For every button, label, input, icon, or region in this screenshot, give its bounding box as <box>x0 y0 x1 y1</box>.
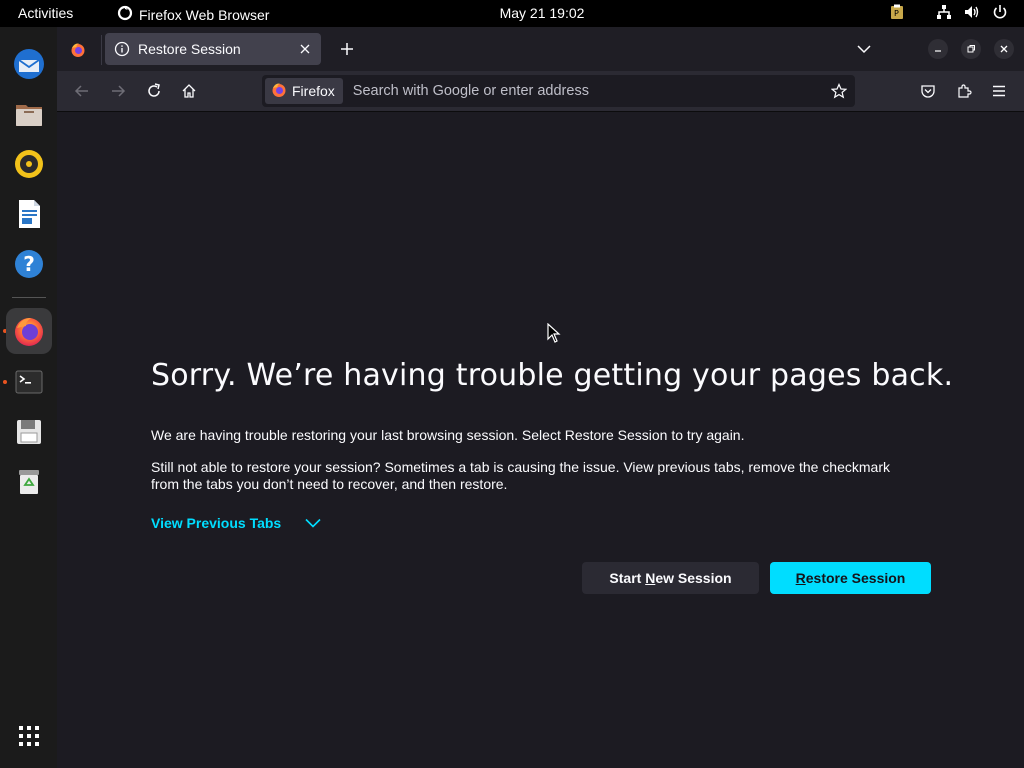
libreoffice-writer-icon[interactable] <box>6 191 52 237</box>
chevron-down-icon <box>305 515 321 531</box>
home-icon <box>182 84 196 98</box>
system-tray[interactable]: P <box>890 4 1008 20</box>
button-label-part: estore Session <box>805 570 906 586</box>
power-icon[interactable] <box>992 4 1008 20</box>
pocket-icon <box>921 85 935 98</box>
clipboard-icon[interactable]: P <box>890 4 904 20</box>
start-new-session-button[interactable]: Start New Session <box>582 562 759 594</box>
maximize-button[interactable] <box>961 39 981 59</box>
restore-icon <box>967 45 975 53</box>
tab-restore-session[interactable]: Restore Session <box>105 33 321 65</box>
page-content: Sorry. We’re having trouble getting your… <box>57 112 1024 768</box>
reload-button[interactable] <box>142 79 166 103</box>
puzzle-icon <box>958 84 972 98</box>
files-icon[interactable] <box>6 91 52 137</box>
pocket-button[interactable] <box>916 79 940 103</box>
plus-icon <box>341 43 353 55</box>
hamburger-icon <box>993 85 1005 97</box>
svg-text:?: ? <box>23 252 35 276</box>
restore-hint: Still not able to restore your session? … <box>151 459 890 492</box>
dock: ? <box>0 27 57 768</box>
forward-arrow-icon <box>112 85 126 97</box>
close-icon <box>1000 45 1008 53</box>
bookmark-star-icon[interactable] <box>825 77 853 105</box>
minimize-button[interactable] <box>928 39 948 59</box>
address-input[interactable] <box>350 82 825 100</box>
firefox-logo-icon <box>271 82 287 101</box>
dock-separator <box>12 297 46 298</box>
terminal-icon[interactable] <box>6 359 52 405</box>
chevron-down-icon <box>857 45 871 54</box>
navigation-toolbar: Firefox <box>57 71 1024 112</box>
app-grid-icon[interactable] <box>6 713 52 759</box>
gnome-top-bar: Activities Firefox Web Browser May 21 19… <box>0 0 1024 27</box>
info-icon <box>114 41 130 57</box>
app-menu-button[interactable] <box>987 79 1011 103</box>
network-icon[interactable] <box>936 4 952 20</box>
minimize-icon <box>935 50 941 52</box>
button-label-part: ew Session <box>655 570 732 586</box>
url-bar[interactable]: Firefox <box>262 75 855 107</box>
trash-icon[interactable] <box>6 459 52 505</box>
extensions-button[interactable] <box>952 79 976 103</box>
firefox-view-button[interactable] <box>65 37 91 63</box>
back-button[interactable] <box>70 79 94 103</box>
firefox-window: Restore Session Firefox Search with Goog… <box>57 27 1024 768</box>
help-icon[interactable]: ? <box>6 241 52 287</box>
back-arrow-icon <box>74 85 88 97</box>
tab-bar: Restore Session <box>57 27 1024 71</box>
page-title: Sorry. We’re having trouble getting your… <box>151 358 954 393</box>
tab-separator <box>101 35 102 65</box>
accesskey: R <box>795 570 806 586</box>
forward-button[interactable] <box>106 79 130 103</box>
clock[interactable]: May 21 19:02 <box>0 5 1024 21</box>
mouse-cursor-icon <box>547 322 561 348</box>
new-tab-button[interactable] <box>335 37 359 61</box>
close-window-button[interactable] <box>994 39 1014 59</box>
save-icon[interactable] <box>6 409 52 455</box>
tab-title: Restore Session <box>138 41 241 57</box>
thunderbird-icon[interactable] <box>6 41 52 87</box>
reload-icon <box>148 83 160 97</box>
svg-text:P: P <box>894 9 899 18</box>
volume-icon[interactable] <box>964 4 980 20</box>
view-previous-tabs-label: View Previous Tabs <box>151 515 282 531</box>
list-all-tabs-button[interactable] <box>852 37 876 61</box>
button-label-part: Start <box>609 570 646 586</box>
restore-description: We are having trouble restoring your las… <box>151 427 745 443</box>
identity-label: Firefox <box>292 83 335 99</box>
rhythmbox-icon[interactable] <box>6 141 52 187</box>
firefox-icon[interactable] <box>6 308 52 354</box>
close-icon[interactable] <box>293 37 317 61</box>
accesskey: N <box>645 570 656 586</box>
home-button[interactable] <box>177 79 201 103</box>
restore-session-button[interactable]: Restore Session <box>770 562 931 594</box>
identity-box[interactable]: Firefox <box>265 78 343 104</box>
view-previous-tabs-toggle[interactable]: View Previous Tabs <box>151 515 321 531</box>
